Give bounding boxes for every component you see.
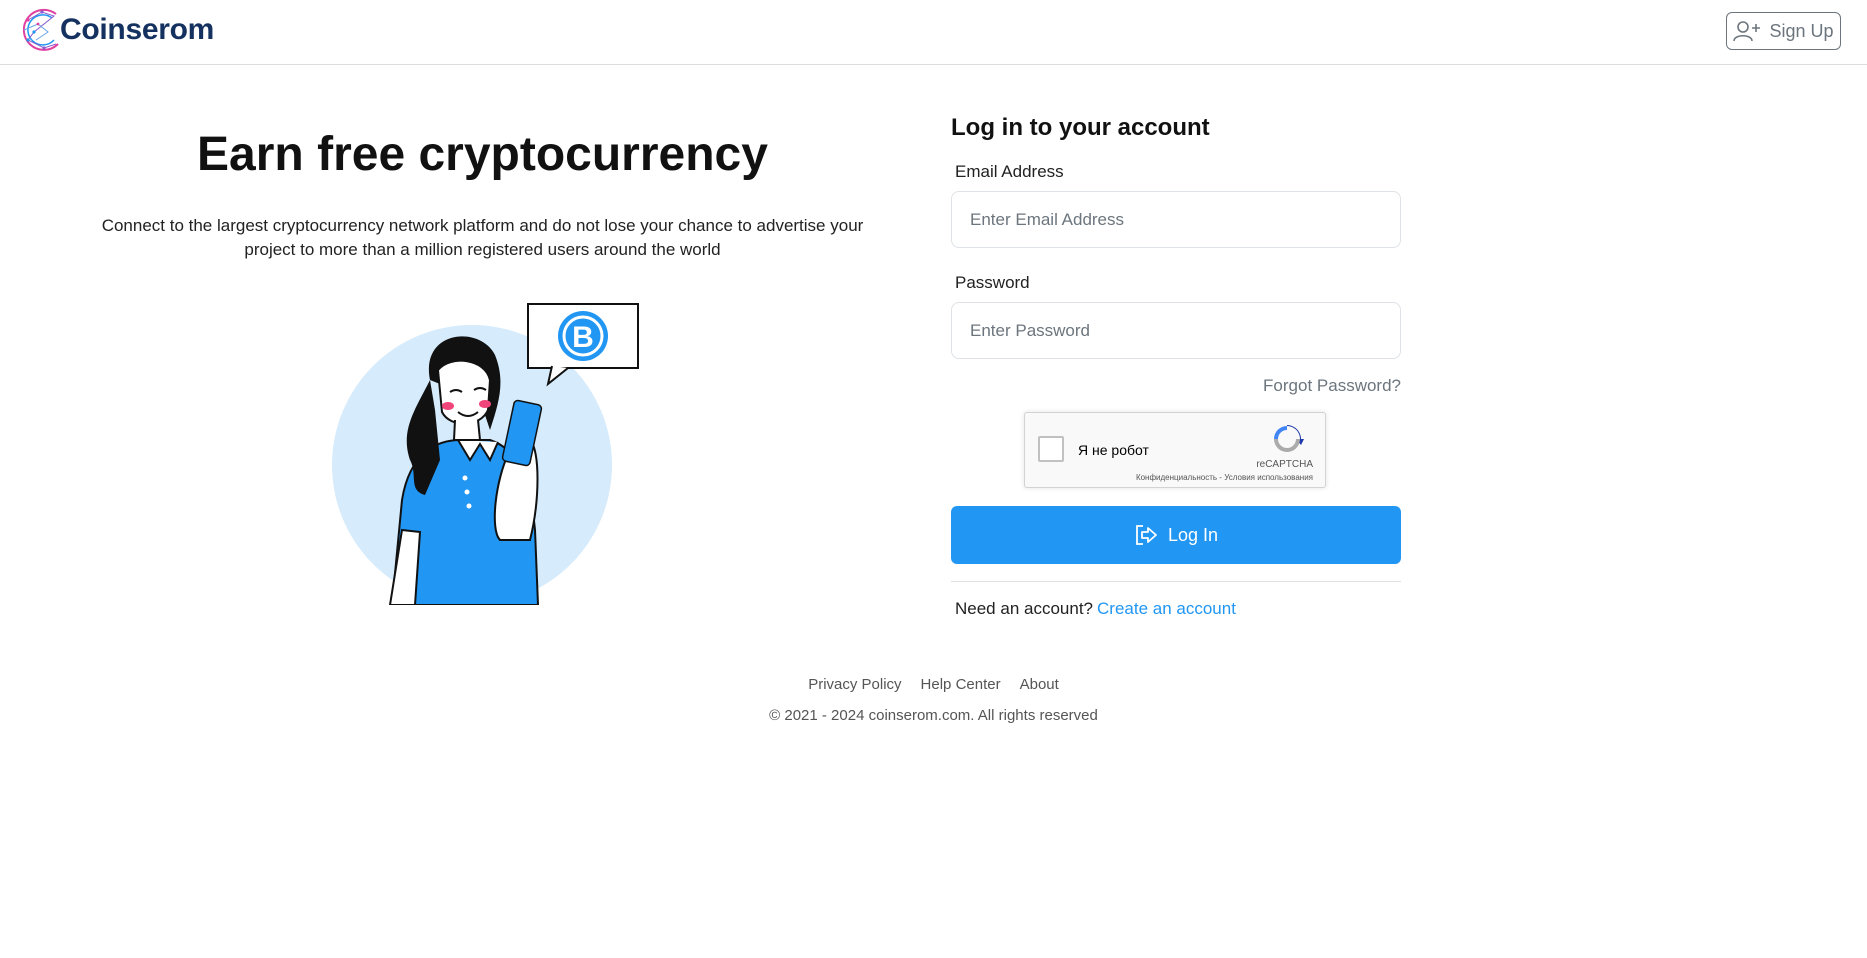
footer-links: Privacy Policy Help Center About <box>0 676 1867 693</box>
recaptcha-privacy-terms[interactable]: Конфиденциальность - Условия использован… <box>1136 473 1313 482</box>
password-label: Password <box>955 273 1030 292</box>
bitcoin-icon: B <box>558 311 608 361</box>
recaptcha-label: Я не робот <box>1078 442 1149 458</box>
woman-with-phone-illustration: B <box>332 303 639 605</box>
footer-link-about[interactable]: About <box>1020 676 1059 693</box>
copyright-text: © 2021 - 2024 coinserom.com. All rights … <box>769 707 1098 724</box>
password-field[interactable] <box>951 302 1401 359</box>
login-form-title: Log in to your account <box>951 114 1210 141</box>
top-navbar: Coinserom Sign Up <box>0 0 1867 65</box>
sign-up-label: Sign Up <box>1769 20 1834 41</box>
hero-title: Earn free cryptocurrency <box>197 128 768 181</box>
footer-link-help-center[interactable]: Help Center <box>921 676 1001 693</box>
footer-link-privacy-policy[interactable]: Privacy Policy <box>808 676 901 693</box>
svg-text:B: B <box>572 321 594 354</box>
recaptcha-brand: reCAPTCHA <box>1256 459 1313 470</box>
recaptcha-checkbox[interactable] <box>1038 436 1064 462</box>
hero-description: Connect to the largest cryptocurrency ne… <box>101 216 864 259</box>
log-in-label: Log In <box>1167 524 1219 545</box>
email-label: Email Address <box>955 162 1064 181</box>
sign-up-button[interactable]: Sign Up <box>1726 12 1841 50</box>
recaptcha-widget: Я не робот reCAPTCHA Конфиденциальность … <box>1024 412 1326 488</box>
log-in-button[interactable]: Log In <box>951 506 1401 564</box>
brand-logo-link[interactable]: Coinserom <box>18 6 214 54</box>
recaptcha-logo-icon <box>1274 425 1304 452</box>
need-account-text: Need an account? <box>955 599 1093 618</box>
user-plus-icon <box>1733 21 1761 42</box>
forgot-password-link[interactable]: Forgot Password? <box>1251 376 1401 396</box>
form-divider <box>951 581 1401 582</box>
coinserom-logo-icon <box>22 8 59 51</box>
sign-in-icon <box>1136 525 1157 545</box>
need-account-row: Need an account? Create an account <box>955 599 1236 619</box>
brand-name: Coinserom <box>60 13 214 46</box>
email-field[interactable] <box>951 191 1401 248</box>
create-account-link[interactable]: Create an account <box>1097 599 1236 618</box>
